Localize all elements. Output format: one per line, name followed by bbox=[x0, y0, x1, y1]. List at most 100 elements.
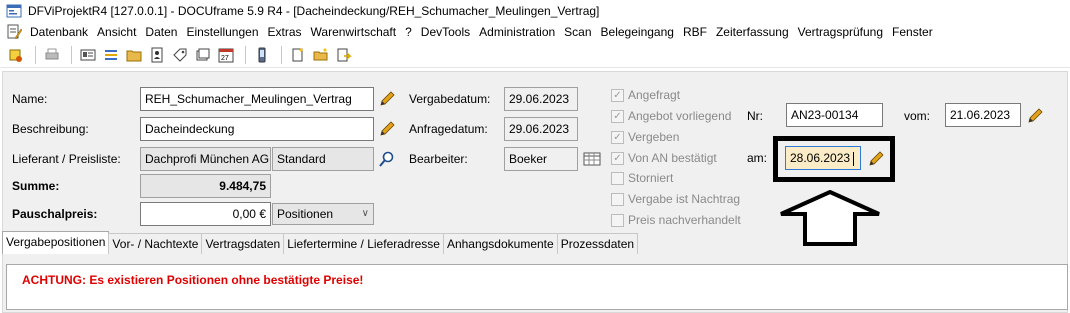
checkbox-angefragt-label: Angefragt bbox=[628, 88, 681, 102]
svg-text:27: 27 bbox=[221, 55, 229, 62]
calendar-table-icon[interactable] bbox=[583, 150, 601, 168]
checkbox-angebot-vorliegend[interactable]: ✓ Angebot vorliegend bbox=[611, 109, 731, 123]
checkbox-storniert-label: Storniert bbox=[628, 171, 674, 185]
addressbook-icon[interactable] bbox=[147, 45, 167, 65]
text-cursor bbox=[853, 151, 855, 166]
checkbox-vergabe-nachtrag[interactable]: Vergabe ist Nachtrag bbox=[611, 192, 740, 206]
am-field-value: 28.06.2023 bbox=[790, 151, 851, 165]
tab-anhangsdokumente[interactable]: Anhangsdokumente bbox=[442, 233, 558, 254]
nr-label: Nr: bbox=[747, 109, 763, 123]
toolbar-separator bbox=[245, 45, 246, 64]
warning-message: ACHTUNG: Es existieren Positionen ohne b… bbox=[22, 273, 364, 287]
menu-ansicht[interactable]: Ansicht bbox=[93, 22, 141, 42]
tab-content: ACHTUNG: Es existieren Positionen ohne b… bbox=[6, 264, 1068, 310]
vom-field[interactable]: 21.06.2023 bbox=[945, 103, 1021, 127]
checkmark-icon: ✓ bbox=[611, 151, 624, 165]
bearbeiter-label: Bearbeiter: bbox=[409, 152, 468, 166]
app-icon bbox=[6, 4, 22, 18]
anfragedatum-field: 29.06.2023 bbox=[504, 117, 578, 141]
contact-card-icon[interactable] bbox=[78, 45, 98, 65]
checkbox-von-an-bestaetigt[interactable]: ✓ Von AN bestätigt bbox=[611, 151, 717, 165]
checkmark-icon: ✓ bbox=[611, 130, 624, 144]
menu-warenwirtschaft[interactable]: Warenwirtschaft bbox=[307, 22, 402, 42]
vergabedatum-field: 29.06.2023 bbox=[504, 87, 578, 111]
cards-icon[interactable] bbox=[193, 45, 213, 65]
toolbar: 27 bbox=[0, 42, 1070, 68]
menu-rbf[interactable]: RBF bbox=[679, 22, 712, 42]
toolbar-separator bbox=[35, 45, 36, 64]
checkbox-preis-nachverhandelt[interactable]: Preis nachverhandelt bbox=[611, 213, 741, 227]
tab-liefertermine-lieferadresse[interactable]: Liefertermine / Lieferadresse bbox=[283, 233, 444, 254]
chevron-down-icon: ∨ bbox=[361, 208, 369, 219]
checkbox-storniert[interactable]: Storniert bbox=[611, 171, 673, 185]
folder-icon[interactable] bbox=[124, 45, 144, 65]
bearbeiter-field: Boeker bbox=[504, 147, 578, 171]
menu-scan[interactable]: Scan bbox=[560, 22, 596, 42]
document-edit-icon[interactable] bbox=[6, 24, 22, 40]
tab-bar: Vergabepositionen Vor- / Nachtexte Vertr… bbox=[2, 231, 639, 254]
edit-vom-pencil-icon[interactable] bbox=[1026, 107, 1044, 125]
checkbox-angebot-vorliegend-label: Angebot vorliegend bbox=[628, 109, 732, 123]
menu-zeiterfassung[interactable]: Zeiterfassung bbox=[712, 22, 794, 42]
window-title: DFViProjektR4 [127.0.0.1] - DOCUframe 5.… bbox=[28, 4, 600, 18]
name-field[interactable]: REH_Schumacher_Meulingen_Vertrag bbox=[140, 87, 374, 111]
lieferant-field[interactable]: Dachprofi München AG bbox=[140, 147, 271, 171]
checkbox-vergabe-nachtrag-label: Vergabe ist Nachtrag bbox=[628, 192, 741, 206]
menu-daten[interactable]: Daten bbox=[141, 22, 182, 42]
menu-datenbank[interactable]: Datenbank bbox=[26, 22, 93, 42]
search-lieferant-icon[interactable] bbox=[378, 150, 396, 168]
list-icon[interactable] bbox=[101, 45, 121, 65]
nr-field[interactable]: AN23-00134 bbox=[786, 103, 883, 127]
am-field[interactable]: 28.06.2023 bbox=[785, 146, 861, 170]
menu-extras[interactable]: Extras bbox=[264, 22, 307, 42]
title-bar: DFViProjektR4 [127.0.0.1] - DOCUframe 5.… bbox=[0, 0, 1070, 22]
checkbox-von-an-bestaetigt-label: Von AN bestätigt bbox=[628, 151, 717, 165]
preisliste-field[interactable]: Standard bbox=[272, 147, 374, 171]
checkmark-icon: ✓ bbox=[611, 88, 624, 102]
menu-bar: Datenbank Ansicht Daten Einstellungen Ex… bbox=[0, 22, 1070, 42]
toolbar-separator bbox=[71, 45, 72, 64]
menu-administration[interactable]: Administration bbox=[475, 22, 560, 42]
menu-devtools[interactable]: DevTools bbox=[417, 22, 475, 42]
phone-icon[interactable] bbox=[252, 45, 272, 65]
export-icon[interactable] bbox=[334, 45, 354, 65]
pauschalpreis-mode-select[interactable]: Positionen ∨ bbox=[272, 203, 374, 225]
tab-vertragsdaten[interactable]: Vertragsdaten bbox=[201, 233, 285, 254]
menu-vertragspruefung[interactable]: Vertragsprüfung bbox=[794, 22, 888, 42]
print-icon[interactable] bbox=[42, 45, 62, 65]
summe-field: 9.484,75 bbox=[140, 174, 271, 198]
pauschalpreis-label: Pauschalpreis: bbox=[12, 207, 98, 221]
tab-vergabepositionen[interactable]: Vergabepositionen bbox=[2, 231, 110, 254]
beschreibung-label: Beschreibung: bbox=[12, 122, 89, 136]
menu-fenster[interactable]: Fenster bbox=[888, 22, 938, 42]
checkbox-angefragt[interactable]: ✓ Angefragt bbox=[611, 88, 680, 102]
name-label: Name: bbox=[12, 92, 48, 106]
toolbar-separator bbox=[281, 45, 282, 64]
tab-vor-nachtexte[interactable]: Vor- / Nachtexte bbox=[108, 233, 203, 254]
summe-label: Summe: bbox=[12, 179, 60, 193]
menu-einstellungen[interactable]: Einstellungen bbox=[182, 22, 263, 42]
checkbox-vergeben-label: Vergeben bbox=[628, 130, 680, 144]
beschreibung-field[interactable]: Dacheindeckung bbox=[140, 117, 374, 141]
vergabedatum-label: Vergabedatum: bbox=[409, 92, 491, 106]
lieferant-label: Lieferant / Preisliste: bbox=[12, 152, 121, 166]
open-folder-icon[interactable] bbox=[311, 45, 331, 65]
pauschalpreis-field[interactable]: 0,00 € bbox=[140, 202, 271, 226]
checkbox-empty-box bbox=[611, 192, 624, 206]
checkbox-vergeben[interactable]: ✓ Vergeben bbox=[611, 130, 679, 144]
edit-am-pencil-icon[interactable] bbox=[867, 150, 885, 168]
menu-help[interactable]: ? bbox=[401, 22, 417, 42]
checkmark-icon: ✓ bbox=[611, 109, 624, 123]
new-item-icon[interactable] bbox=[288, 45, 308, 65]
pauschalpreis-mode-value: Positionen bbox=[277, 207, 334, 221]
edit-name-pencil-icon[interactable] bbox=[378, 90, 396, 108]
anfragedatum-label: Anfragedatum: bbox=[409, 122, 488, 136]
tag-icon[interactable] bbox=[170, 45, 190, 65]
checkbox-empty-box bbox=[611, 171, 624, 185]
calendar-icon[interactable]: 27 bbox=[216, 45, 236, 65]
new-document-icon[interactable] bbox=[6, 45, 26, 65]
annotation-up-arrow-icon bbox=[780, 190, 880, 246]
edit-beschreibung-pencil-icon[interactable] bbox=[378, 120, 396, 138]
tab-prozessdaten[interactable]: Prozessdaten bbox=[556, 233, 639, 254]
menu-belegeingang[interactable]: Belegeingang bbox=[597, 22, 679, 42]
